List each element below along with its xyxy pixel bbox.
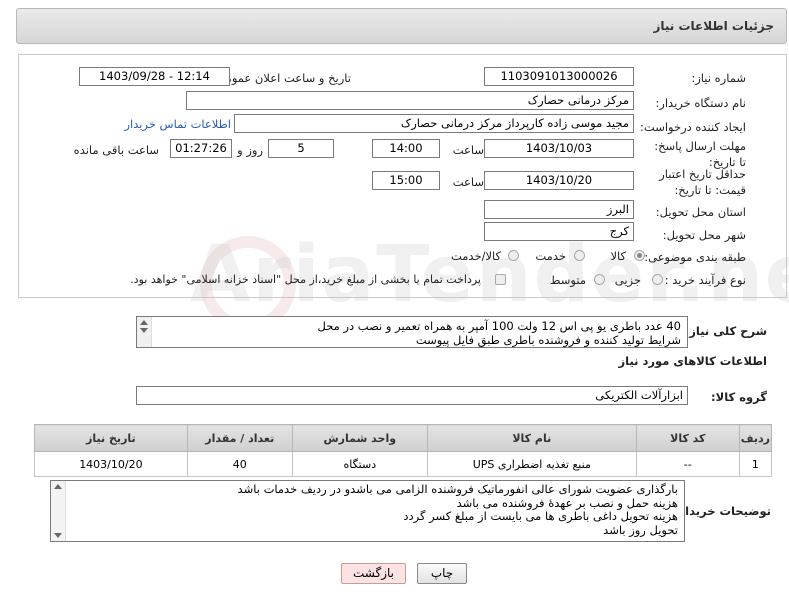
cell-unit: دستگاه: [291, 451, 428, 477]
description-line: شرایط تولید کننده و فروشنده باطری طبق فا…: [415, 333, 681, 347]
deadline-time-field[interactable]: 14:00: [372, 139, 440, 158]
col-code-header: کد کالا: [635, 424, 740, 452]
category-label: طبقه بندی موضوعی:: [644, 250, 746, 264]
category-option-goods: کالا: [610, 249, 626, 263]
city-field[interactable]: کرج: [484, 222, 634, 241]
price-validity-label: حداقل تاریخ اعتبار قیمت: تا تاریخ:: [659, 167, 746, 197]
category-radio-service[interactable]: [574, 250, 585, 261]
province-field[interactable]: البرز: [484, 200, 634, 219]
buyer-note-line: هزینه حمل و نصب بر عهدهٔ فروشنده می باشد: [456, 495, 678, 510]
buyer-org-field[interactable]: مرکز درمانی حصارک: [186, 91, 634, 110]
col-row-header: ردیف: [738, 424, 773, 452]
requester-label: ایجاد کننده درخواست:: [640, 120, 746, 134]
scroll-down-icon[interactable]: [140, 328, 148, 333]
buyer-note-line: تحویل روز باشد: [603, 522, 678, 537]
back-button[interactable]: بازگشت: [341, 563, 406, 584]
announce-date-field[interactable]: 1403/09/28 - 12:14: [79, 67, 230, 86]
cell-qty: 40: [186, 451, 293, 477]
buyer-contact-link[interactable]: اطلاعات تماس خریدار: [124, 117, 231, 131]
buyer-note-line: بارگذاری عضویت شورای عالی انفورماتیک فرو…: [237, 482, 678, 496]
cell-code: --: [635, 451, 740, 477]
cell-row: 1: [738, 451, 773, 477]
buyer-notes-label: توضیحات خریدار:: [673, 504, 771, 518]
deadline-date-field[interactable]: 1403/10/03: [484, 139, 634, 158]
category-option-service: خدمت: [535, 249, 566, 263]
validity-date-field[interactable]: 1403/10/20: [484, 171, 634, 190]
province-label: استان محل تحویل:: [655, 205, 746, 219]
deadline-time-word: ساعت: [452, 143, 484, 157]
buyer-notes-scrollbar[interactable]: [51, 481, 66, 541]
goods-group-label: گروه کالا:: [711, 390, 767, 404]
category-radio-goods-service[interactable]: [508, 250, 519, 261]
need-number-label: شماره نیاز:: [691, 71, 746, 85]
description-scrollbar[interactable]: [137, 317, 152, 347]
col-name-header: نام کالا: [426, 424, 637, 452]
buyer-org-label: نام دستگاه خریدار:: [655, 96, 746, 110]
description-textarea[interactable]: 40 عدد باطری یو پی اس 12 ولت 100 آمپر به…: [136, 316, 688, 348]
buyer-note-line: هزینه تحویل داغی باطری ها می بایست از مب…: [403, 509, 678, 523]
category-radio-goods[interactable]: [634, 250, 645, 261]
table-row[interactable]: 1 -- منبع تغذیه اضطراری UPS دستگاه 40 14…: [34, 451, 773, 477]
treasury-payment-note: پرداخت تمام یا بخشی از مبلغ خرید،از محل …: [130, 273, 481, 286]
need-number-field[interactable]: 1103091013000026: [484, 67, 634, 86]
days-field[interactable]: 5: [268, 139, 334, 158]
requester-field[interactable]: مجید موسی زاده کارپرداز مرکز درمانی حصار…: [234, 114, 634, 133]
process-option-medium: متوسط: [549, 273, 586, 287]
days-label: روز و: [237, 143, 263, 157]
goods-group-field[interactable]: ابزارآلات الکتریکی: [136, 386, 688, 405]
process-option-minor: جزیی: [614, 273, 641, 287]
cell-name: منبع تغذیه اضطراری UPS: [426, 451, 637, 477]
description-label: شرح کلی نیاز:: [684, 324, 767, 338]
treasury-payment-checkbox[interactable]: [495, 274, 506, 285]
scroll-up-icon[interactable]: [54, 484, 62, 489]
process-radio-medium[interactable]: [594, 274, 605, 285]
remaining-time-field[interactable]: 01:27:26: [170, 139, 232, 158]
goods-section-title: اطلاعات کالاهای مورد نیاز: [618, 354, 767, 368]
page-title: جزئیات اطلاعات نیاز: [653, 19, 774, 33]
col-date-header: تاریخ نیاز: [34, 424, 188, 452]
cell-date: 1403/10/20: [34, 451, 188, 477]
print-button[interactable]: چاپ: [417, 563, 467, 584]
goods-table: ردیف کد کالا نام کالا واحد شمارش تعداد /…: [34, 424, 773, 477]
buyer-notes-textarea[interactable]: بارگذاری عضویت شورای عالی انفورماتیک فرو…: [50, 480, 685, 542]
process-radio-minor[interactable]: [652, 274, 663, 285]
process-type-label: نوع فرآیند خرید :: [664, 273, 746, 287]
validity-time-field[interactable]: 15:00: [372, 171, 440, 190]
page-header: جزئیات اطلاعات نیاز: [16, 8, 787, 44]
scroll-down-icon[interactable]: [54, 533, 62, 538]
col-qty-header: تعداد / مقدار: [186, 424, 293, 452]
scroll-up-icon[interactable]: [140, 320, 148, 325]
category-option-goods-service: کالا/خدمت: [450, 249, 501, 263]
description-line: 40 عدد باطری یو پی اس 12 ولت 100 آمپر به…: [317, 319, 682, 333]
table-header-row: ردیف کد کالا نام کالا واحد شمارش تعداد /…: [34, 424, 773, 452]
col-unit-header: واحد شمارش: [291, 424, 428, 452]
remaining-time-label: ساعت باقی مانده: [73, 143, 159, 157]
city-label: شهر محل تحویل:: [662, 228, 746, 242]
announce-date-label: تاریخ و ساعت اعلان عمومی:: [212, 71, 351, 85]
validity-time-word: ساعت: [452, 175, 484, 189]
